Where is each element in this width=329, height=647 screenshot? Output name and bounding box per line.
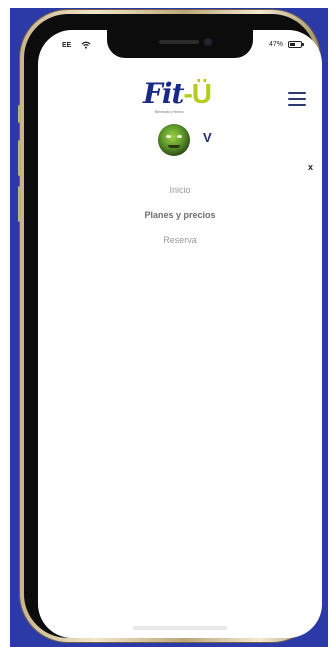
hamburger-line bbox=[288, 104, 306, 106]
avatar[interactable] bbox=[158, 124, 190, 156]
logo-wordmark: Fit-Ü bbox=[143, 77, 212, 110]
speaker-grille bbox=[159, 40, 199, 44]
phone-screen: EE 47% Fit-Ü Bienestar y fitness V x Ini… bbox=[38, 30, 322, 638]
phone-frame: EE 47% Fit-Ü Bienestar y fitness V x Ini… bbox=[18, 10, 322, 642]
volume-up-button bbox=[18, 140, 21, 176]
battery-percentage: 47% bbox=[268, 41, 283, 48]
hamburger-line bbox=[288, 92, 306, 94]
user-initial: V bbox=[203, 130, 212, 145]
nav-menu: Inicio Planes y precios Reserva bbox=[38, 178, 322, 253]
carrier-label: EE bbox=[62, 41, 72, 49]
battery-icon bbox=[288, 41, 304, 48]
battery-level bbox=[290, 43, 295, 46]
logo-accent-text: -Ü bbox=[183, 78, 212, 109]
nav-item-inicio[interactable]: Inicio bbox=[38, 178, 322, 203]
hamburger-line bbox=[288, 98, 306, 100]
status-bar-left: EE bbox=[62, 41, 91, 49]
phone-notch bbox=[107, 30, 253, 58]
avatar-mouth bbox=[168, 145, 180, 148]
logo-tagline: Bienestar y fitness bbox=[155, 110, 184, 114]
brand-logo[interactable]: Fit-Ü Bienestar y fitness bbox=[143, 80, 223, 122]
close-menu-button[interactable]: x bbox=[308, 162, 313, 172]
avatar-eye bbox=[177, 135, 182, 138]
nav-item-planes-y-precios[interactable]: Planes y precios bbox=[38, 203, 322, 228]
status-bar-right: 47% bbox=[268, 41, 304, 48]
nav-item-reserva[interactable]: Reserva bbox=[38, 228, 322, 253]
hamburger-icon[interactable] bbox=[288, 92, 306, 106]
logo-main-text: Fit bbox=[143, 77, 184, 110]
wifi-icon bbox=[81, 41, 91, 49]
front-camera-icon bbox=[204, 38, 212, 46]
avatar-eye bbox=[166, 135, 171, 138]
volume-down-button bbox=[18, 186, 21, 222]
home-indicator[interactable] bbox=[133, 626, 227, 630]
mute-switch bbox=[18, 105, 21, 123]
